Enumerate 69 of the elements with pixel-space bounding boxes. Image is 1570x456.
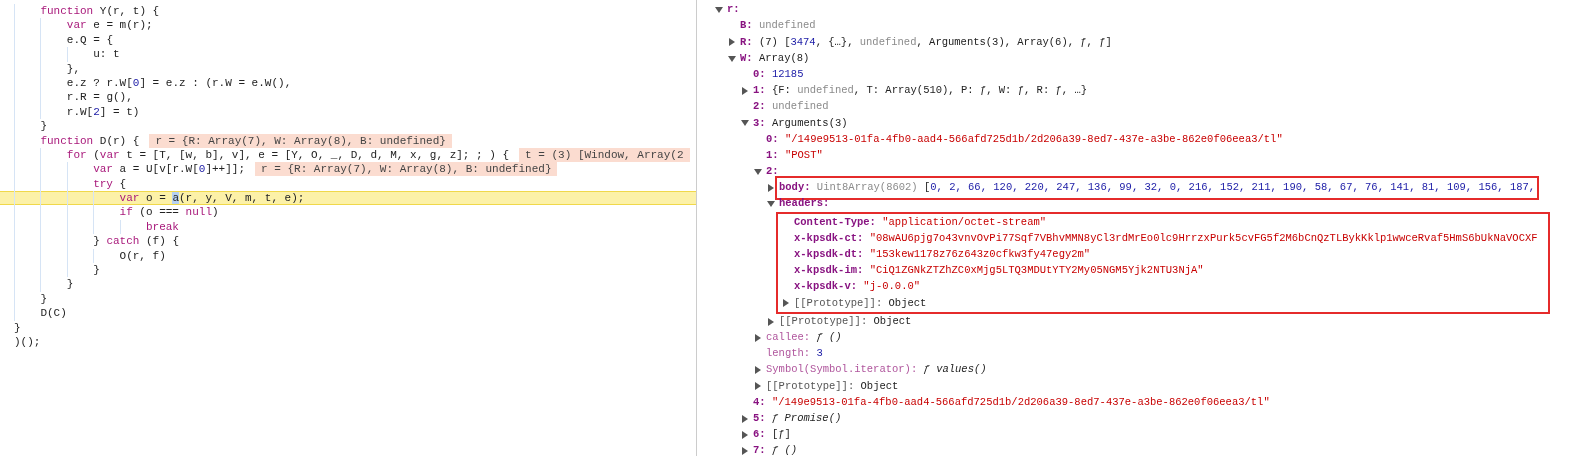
code-line: var o = a(r, y, V, m, t, e); [14,191,305,206]
property-row[interactable]: Symbol(Symbol.iterator): ƒ values() [766,362,987,379]
code-line: function D(r) { [14,133,140,148]
collapsed-triangle-icon[interactable] [754,382,762,391]
expanded-triangle-icon[interactable] [767,200,775,209]
code-line: }, [14,61,80,76]
property-row[interactable]: 3: Arguments(3) [753,115,848,132]
code-line: r.W[2] = t) [14,104,140,120]
code-line: function Y(r, t) { [14,4,160,19]
property-row[interactable]: [[Prototype]]: Object [779,313,912,330]
code-line: var a = U[v[r.W[0]++]]; [14,162,246,177]
code-line: } [14,263,100,278]
inline-value: r = {R: Array(7), W: Array(8), B: undefined} [149,133,452,148]
property-row[interactable]: callee: ƒ () [766,329,842,346]
inline-value: r = {R: Array(7), W: Array(8), B: undefined} [255,162,558,177]
code-line: r.R = g(), [14,90,133,105]
collapsed-triangle-icon[interactable] [754,333,762,342]
code-line: u: t [14,47,120,62]
collapsed-triangle-icon[interactable] [741,430,749,439]
expanded-triangle-icon[interactable] [728,54,736,63]
code-line: } [14,277,74,292]
property-row-text: 0: 12185 [753,66,804,82]
code-line: e.z ? r.W[0] = e.z : (r.W = e.W(), [14,75,292,91]
code-line: e.Q = { [14,32,113,48]
expanded-triangle-icon[interactable] [741,119,749,128]
code-line: D(C) [14,306,67,321]
collapsed-triangle-icon[interactable] [767,317,775,326]
property-row-text: x-kpsdk-ct: "08wAU6pjg7o43vnvOvPi77Sqf7VBhvMMN8yCl3rdMrEo0lc9HrrzxPurk5cvFG5f2M6bCnQzTLBykKklp1wwceRvaf5HmS6bUkNaVOCXF [794,230,1538,246]
property-row[interactable]: W: Array(8) [740,50,810,67]
collapsed-triangle-icon[interactable] [741,447,749,456]
property-row[interactable]: R: (7) [3474, {…}, undefined, Arguments(3), Array(6), ƒ, ƒ] [740,34,1112,51]
collapsed-triangle-icon[interactable] [754,366,762,375]
code-line: )(); [14,335,41,350]
property-row[interactable]: headers: [779,196,830,213]
code-line: } catch (f) { [14,234,179,249]
code-line: O(r, f) [14,248,166,264]
property-row-text: 1: "POST" [766,147,823,163]
code-line: break [14,219,179,235]
property-row[interactable]: 1: {F: undefined, T: Array(510), P: ƒ, W: ƒ, R: ƒ, …} [753,83,1087,99]
property-row-text: B: undefined [740,18,816,34]
property-row[interactable]: [[Prototype]]: Object [794,295,927,312]
property-row[interactable]: 2: [766,164,779,180]
property-row[interactable]: 7: ƒ () [753,443,798,456]
code-line: if (o === null) [14,205,219,220]
collapsed-triangle-icon[interactable] [767,184,775,193]
property-row[interactable]: 6: [ƒ] [753,427,791,443]
code-line: for (var t = [T, [w, b], v], e = [Y, O, _, D, d, M, x, g, z]; ; ) { [14,147,510,163]
property-row-text: x-kpsdk-v: "j-0.0.0" [794,279,921,295]
collapsed-triangle-icon[interactable] [728,38,736,47]
collapsed-triangle-icon[interactable] [741,87,749,96]
code-line: var e = m(r); [14,18,153,33]
code-line: } [14,320,21,335]
property-row: x-kpsdk-dt: "153kew1178z76z643z0cfkw3fy47egy2m" [794,247,1091,263]
inline-value: t = (3) [Window, Array(2 [519,148,690,163]
property-row: length: 3 [766,346,823,362]
expanded-triangle-icon[interactable] [715,6,723,15]
property-row: x-kpsdk-im: "CiQ1ZGNkZTZhZC0xMjg5LTQ3MDUtYTY2My05NGM5Yjk2NTU3NjA" [794,263,1204,279]
property-row[interactable]: r: [727,2,740,18]
property-row[interactable]: 5: ƒ Promise() [753,410,842,427]
property-row-text: 0: "/149e9513-01fa-4fb0-aad4-566afd725d1b/2d206a39-8ed7-437e-a3be-862e0f06eea3/tl" [766,131,1283,147]
code-line: } [14,119,47,134]
expanded-triangle-icon[interactable] [754,167,762,176]
property-row-text: Content-Type: "application/octet-stream" [794,214,1047,230]
collapsed-triangle-icon[interactable] [741,414,749,423]
property-row[interactable]: [[Prototype]]: Object [766,378,899,395]
collapsed-triangle-icon[interactable] [782,299,790,308]
property-row-text: 2: undefined [753,99,829,115]
code-line: } [14,291,47,307]
property-row-text: 4: "/149e9513-01fa-4fb0-aad4-566afd725d1b/2d206a39-8ed7-437e-a3be-862e0f06eea3/tl" [753,394,1270,410]
